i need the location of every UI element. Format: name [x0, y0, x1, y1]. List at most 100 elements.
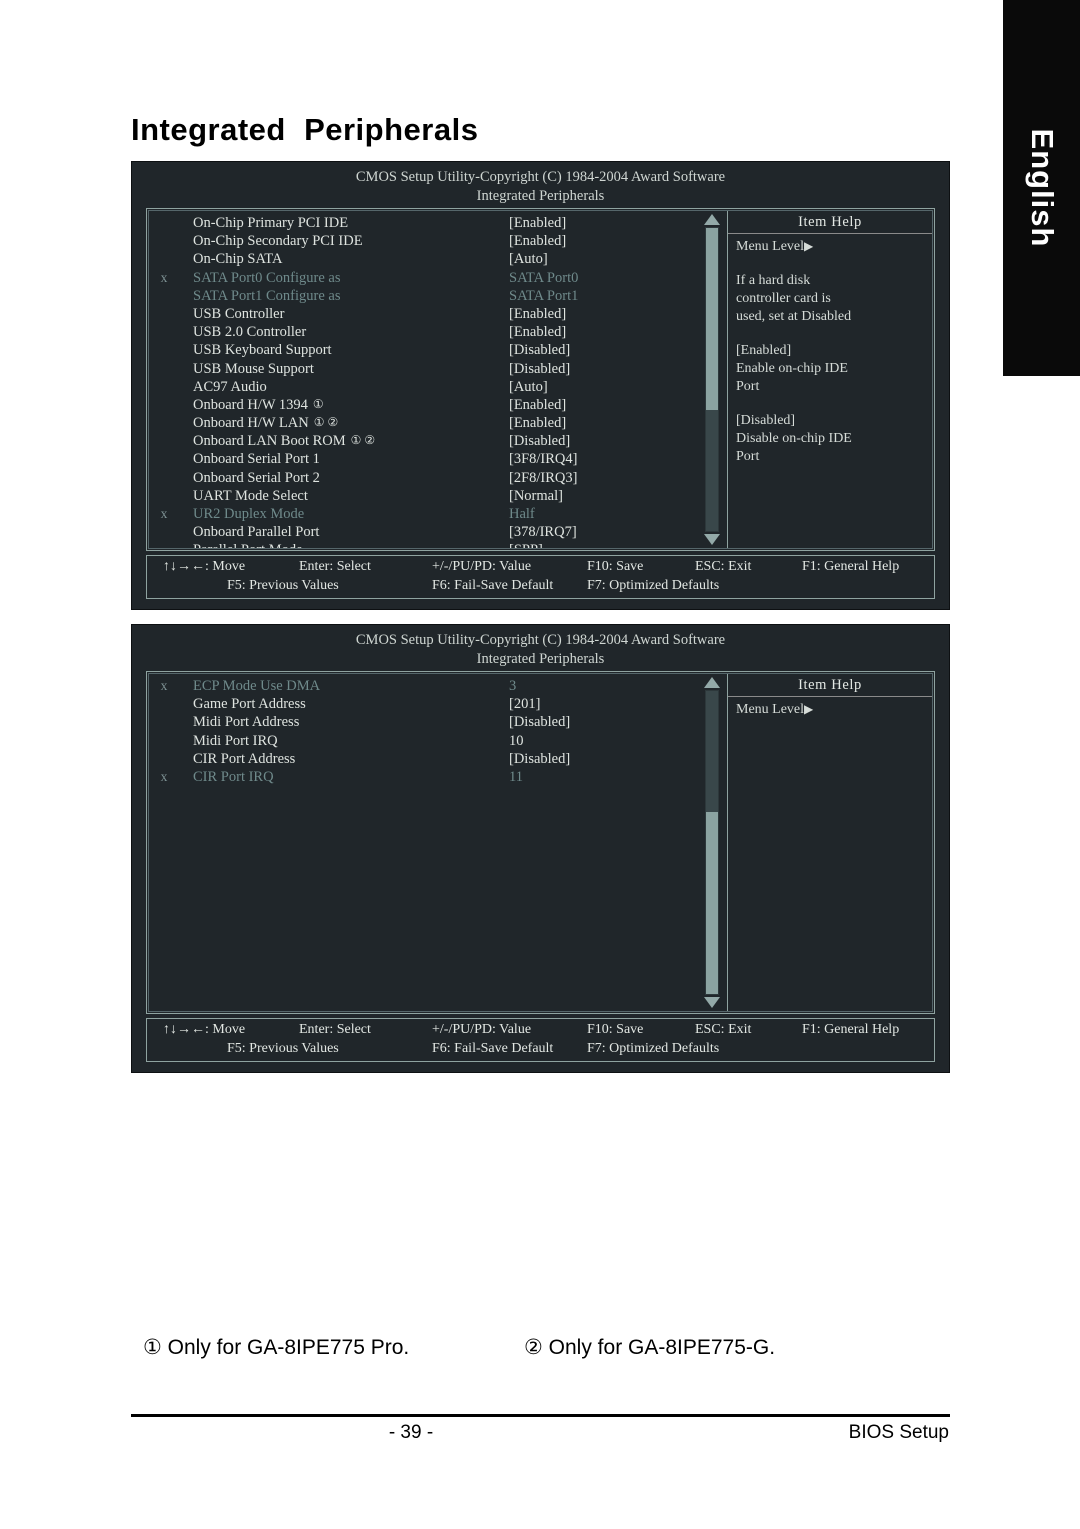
- setting-row[interactable]: Onboard Serial Port 1 [3F8/IRQ4]: [149, 451, 701, 469]
- row-disabled-marker: x: [160, 269, 168, 285]
- settings-scrollbar-top[interactable]: [701, 213, 723, 546]
- setting-row[interactable]: USB Keyboard Support [Disabled]: [149, 342, 701, 360]
- setting-label: USB Mouse Support: [193, 360, 314, 377]
- model-footnote-marker-icon: ① ②: [347, 433, 376, 448]
- bios-header-bottom: CMOS Setup Utility-Copyright (C) 1984-20…: [132, 625, 949, 669]
- setting-row[interactable]: Midi Port IRQ 10: [149, 733, 701, 751]
- setting-value[interactable]: [378/IRQ7]: [509, 524, 701, 541]
- setting-value[interactable]: SATA Port0: [509, 270, 701, 287]
- key-exit: ESC: Exit: [695, 559, 752, 574]
- setting-row[interactable]: Midi Port Address [Disabled]: [149, 714, 701, 732]
- setting-row[interactable]: x CIR Port IRQ 11: [149, 769, 701, 787]
- setting-value[interactable]: Half: [509, 506, 701, 523]
- help-text: If a hard disk: [736, 273, 811, 288]
- settings-list-top: On-Chip Primary PCI IDE [Enabled] On-Chip …: [149, 211, 701, 548]
- page-number: - 39 -: [388, 1422, 434, 1443]
- setting-value[interactable]: [201]: [509, 696, 701, 713]
- setting-row[interactable]: x SATA Port0 Configure as SATA Port0: [149, 270, 701, 288]
- key-previous-values: F5: Previous Values: [227, 1041, 339, 1056]
- setting-value[interactable]: [Enabled]: [509, 233, 701, 250]
- setting-value[interactable]: [Auto]: [509, 379, 701, 396]
- setting-label: UR2 Duplex Mode: [193, 506, 305, 522]
- scrollbar-track[interactable]: [705, 690, 719, 995]
- setting-value[interactable]: [Auto]: [509, 251, 701, 268]
- setting-value[interactable]: [Disabled]: [509, 714, 701, 731]
- setting-row[interactable]: Onboard Serial Port 2 [2F8/IRQ3]: [149, 470, 701, 488]
- setting-value[interactable]: [Enabled]: [509, 324, 701, 341]
- setting-row[interactable]: USB 2.0 Controller [Enabled]: [149, 324, 701, 342]
- item-help-panel-bottom: Item Help Menu Level▶: [727, 674, 932, 1011]
- setting-label: UART Mode Select: [193, 487, 308, 504]
- bios-title-line1: CMOS Setup Utility-Copyright (C) 1984-20…: [355, 632, 726, 648]
- item-help-title: Item Help: [728, 674, 932, 697]
- setting-row[interactable]: Parallel Port Mode[SPP]: [149, 542, 701, 548]
- setting-value[interactable]: [Enabled]: [509, 215, 701, 232]
- key-optimized: F7: Optimized Defaults: [587, 1041, 720, 1056]
- setting-value[interactable]: SATA Port1: [509, 288, 701, 305]
- setting-label: On-Chip SATA: [193, 251, 283, 268]
- setting-value[interactable]: [Enabled]: [509, 397, 701, 414]
- footnote-2: ② Only for GA-8IPE775-G.: [524, 1336, 776, 1359]
- setting-value[interactable]: [Disabled]: [509, 751, 701, 768]
- key-general-help: F1: General Help: [802, 559, 900, 574]
- key-legend-bottom: ↑↓→←: Move Enter: Select +/-/PU/PD: Valu…: [146, 1018, 935, 1062]
- setting-label: CIR Port IRQ: [193, 768, 274, 785]
- setting-label: Onboard Serial Port 1: [193, 451, 320, 468]
- setting-row[interactable]: SATA Port1 Configure as SATA Port1: [149, 288, 701, 306]
- setting-label: CIR Port Address: [193, 750, 296, 767]
- item-help-panel-top: Item Help Menu Level▶ If a hard disk con…: [727, 211, 932, 548]
- setting-row[interactable]: On-Chip SATA [Auto]: [149, 251, 701, 269]
- key-previous-values: F5: Previous Values: [227, 578, 339, 593]
- setting-row[interactable]: On-Chip Secondary PCI IDE [Enabled]: [149, 233, 701, 251]
- help-text: Disable on-chip IDE: [736, 431, 852, 446]
- settings-scrollbar-bottom[interactable]: [701, 676, 723, 1009]
- setting-value[interactable]: [Enabled]: [509, 306, 701, 323]
- setting-value[interactable]: [Disabled]: [509, 361, 701, 378]
- scroll-down-arrow-icon[interactable]: [704, 534, 720, 545]
- help-paragraph-2: [Enabled] Enable on-chip IDE Port: [736, 342, 932, 396]
- key-value: +/-/PU/PD: Value: [432, 1022, 532, 1037]
- setting-row[interactable]: Onboard LAN Boot ROM ① ② [Disabled]: [149, 433, 701, 451]
- setting-row[interactable]: x ECP Mode Use DMA 3: [149, 678, 701, 696]
- setting-value[interactable]: [Disabled]: [509, 342, 701, 359]
- help-text: used, set at Disabled: [736, 309, 852, 324]
- setting-row[interactable]: On-Chip Primary PCI IDE [Enabled]: [149, 215, 701, 233]
- row-disabled-marker: x: [160, 506, 168, 521]
- setting-row[interactable]: USB Mouse Support [Disabled]: [149, 361, 701, 379]
- setting-row[interactable]: USB Controller [Enabled]: [149, 306, 701, 324]
- key-legend-top: ↑↓→←: Move Enter: Select +/-/PU/PD: Valu…: [146, 555, 935, 599]
- setting-value[interactable]: [Enabled]: [509, 415, 701, 432]
- setting-value[interactable]: [3F8/IRQ4]: [509, 451, 701, 468]
- scrollbar-track[interactable]: [705, 227, 719, 532]
- scrollbar-thumb[interactable]: [706, 228, 718, 410]
- setting-value[interactable]: [SPP]: [509, 542, 701, 548]
- setting-row[interactable]: Game Port Address [201]: [149, 696, 701, 714]
- scroll-down-arrow-icon[interactable]: [704, 997, 720, 1008]
- page-title: Integrated Peripherals: [131, 112, 479, 147]
- language-tab: English: [1003, 0, 1080, 376]
- bios-screen-top: CMOS Setup Utility-Copyright (C) 1984-20…: [131, 161, 950, 610]
- setting-label: On-Chip Primary PCI IDE: [193, 215, 349, 231]
- setting-label: Parallel Port Mode: [179, 542, 509, 548]
- setting-value[interactable]: [Disabled]: [509, 433, 701, 450]
- setting-row[interactable]: AC97 Audio [Auto]: [149, 379, 701, 397]
- setting-value[interactable]: [2F8/IRQ3]: [509, 470, 701, 487]
- setting-row[interactable]: CIR Port Address [Disabled]: [149, 751, 701, 769]
- setting-value[interactable]: 11: [509, 769, 701, 786]
- setting-row[interactable]: Onboard Parallel Port [378/IRQ7]: [149, 524, 701, 542]
- help-text: Enable on-chip IDE: [736, 361, 848, 376]
- scroll-up-arrow-icon[interactable]: [704, 677, 720, 688]
- setting-value[interactable]: 10: [509, 733, 701, 750]
- key-failsave: F6: Fail-Save Default: [432, 578, 554, 593]
- setting-value[interactable]: 3: [509, 678, 701, 695]
- scroll-up-arrow-icon[interactable]: [704, 214, 720, 225]
- setting-row[interactable]: x UR2 Duplex Mode Half: [149, 506, 701, 524]
- row-disabled-marker: x: [160, 768, 168, 784]
- setting-row[interactable]: Onboard H/W LAN ① ② [Enabled]: [149, 415, 701, 433]
- setting-row[interactable]: UART Mode Select [Normal]: [149, 488, 701, 506]
- setting-value[interactable]: [Normal]: [509, 488, 701, 505]
- menu-level-label: Menu Level: [736, 702, 805, 717]
- setting-label: USB Keyboard Support: [193, 342, 332, 359]
- setting-row[interactable]: Onboard H/W 1394 ① [Enabled]: [149, 397, 701, 415]
- scrollbar-thumb[interactable]: [706, 812, 718, 994]
